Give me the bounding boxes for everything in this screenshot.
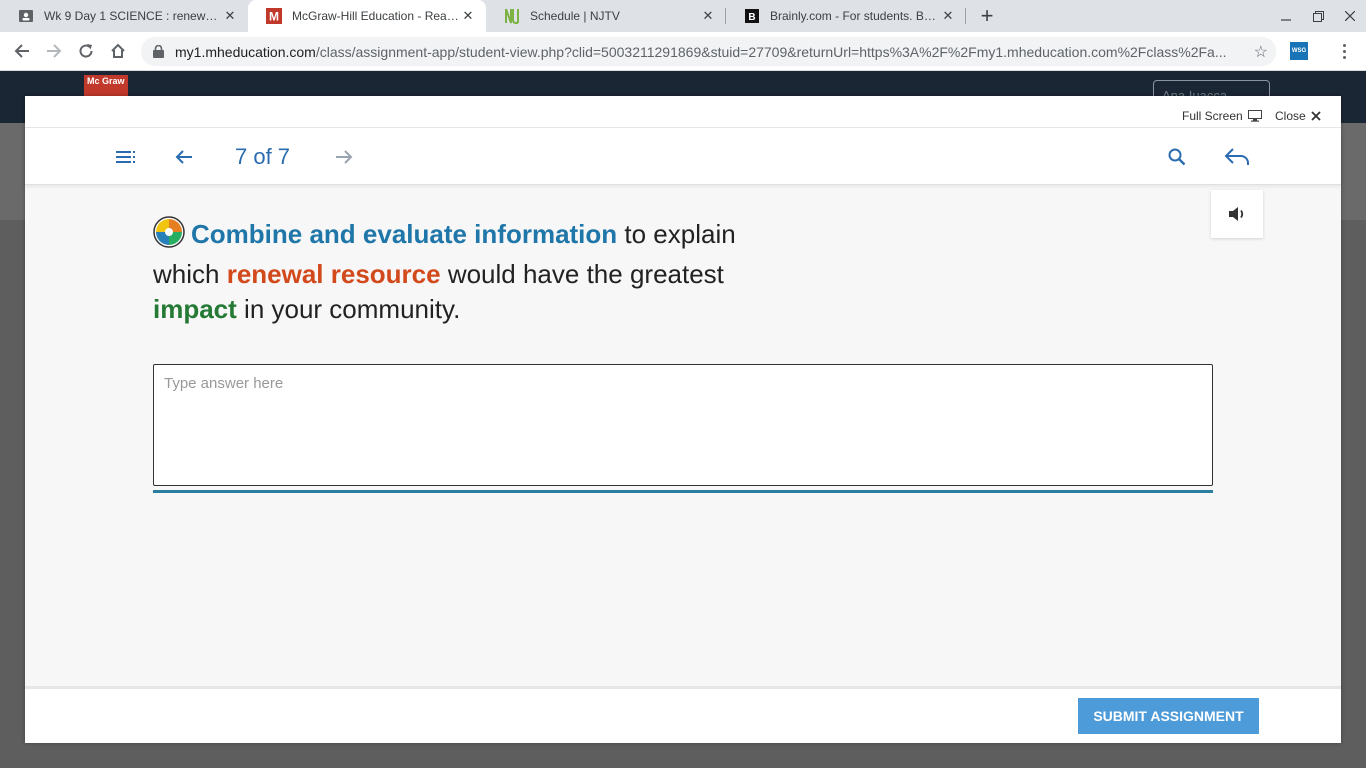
reload-button[interactable] (72, 37, 100, 65)
close-tab-icon[interactable]: ✕ (460, 8, 476, 24)
speaker-icon (1229, 207, 1244, 221)
monitor-icon (1247, 110, 1262, 122)
arrow-right-icon (47, 44, 62, 58)
browser-tab-strip: Wk 9 Day 1 SCIENCE : renewable ✕ M McGra… (0, 0, 1366, 32)
reply-icon[interactable] (1223, 145, 1251, 169)
tab-title: Brainly.com - For students. By st (770, 9, 940, 23)
modal-footer: SUBMIT ASSIGNMENT (25, 686, 1341, 743)
next-page-button[interactable] (333, 146, 355, 168)
tab-title: McGraw-Hill Education - Read Al (292, 9, 460, 23)
extension-icon[interactable]: WSG (1290, 42, 1308, 60)
back-button[interactable] (8, 37, 36, 65)
url-path: /class/assignment-app/student-view.php?c… (315, 43, 1227, 60)
close-modal-button[interactable]: Close (1275, 109, 1321, 123)
browser-menu-icon[interactable] (1334, 40, 1354, 62)
answer-underline (153, 490, 1213, 493)
forward-button[interactable] (40, 37, 68, 65)
new-tab-button[interactable]: + (975, 3, 999, 28)
standards-badge-icon (153, 216, 185, 257)
browser-tab-4[interactable]: B Brainly.com - For students. By st ✕ (726, 0, 966, 32)
minimize-button[interactable] (1270, 0, 1302, 32)
close-tab-icon[interactable]: ✕ (700, 8, 716, 24)
prompt-highlight-combine: Combine and evaluate information (191, 219, 618, 249)
search-icon[interactable] (1166, 146, 1188, 168)
browser-tab-2[interactable]: M McGraw-Hill Education - Read Al ✕ (248, 0, 486, 32)
url-text: my1.mheducation.com/class/assignment-app… (175, 44, 1235, 60)
browser-tab-3[interactable]: Schedule | NJTV ✕ (486, 0, 726, 32)
question-prompt: Combine and evaluate information to expl… (153, 216, 793, 327)
home-button[interactable] (104, 37, 132, 65)
brainly-icon: B (744, 8, 760, 24)
text-to-speech-button[interactable] (1211, 190, 1263, 238)
classroom-icon (18, 8, 34, 24)
close-tab-icon[interactable]: ✕ (940, 8, 956, 24)
close-label: Close (1275, 109, 1306, 123)
restore-button[interactable] (1302, 0, 1334, 32)
svg-text:B: B (748, 12, 755, 23)
njtv-icon (504, 8, 520, 24)
browser-toolbar: my1.mheducation.com/class/assignment-app… (0, 32, 1366, 71)
reader-nav-bar: 7 of 7 (25, 128, 1341, 185)
extension-label: WSG (1291, 48, 1307, 54)
prompt-text: in your community. (236, 294, 461, 324)
arrow-left-icon (14, 44, 29, 58)
prompt-highlight-resource: renewal resource (226, 259, 441, 289)
mcgraw-hill-icon: M (266, 8, 282, 24)
table-of-contents-icon[interactable] (115, 146, 137, 168)
close-icon (1311, 111, 1321, 121)
answer-input[interactable] (153, 364, 1213, 486)
tab-separator (965, 8, 966, 24)
close-window-button[interactable] (1334, 0, 1366, 32)
arrow-left-icon (175, 150, 192, 164)
url-domain: my1.mheducation.com (175, 43, 316, 60)
background-logo: Mc Graw (84, 75, 128, 97)
home-icon (111, 43, 125, 58)
prompt-text: would have the greatest (440, 259, 724, 289)
address-bar[interactable]: my1.mheducation.com/class/assignment-app… (141, 37, 1276, 66)
full-screen-button[interactable]: Full Screen (1182, 109, 1262, 123)
bookmark-star-icon[interactable]: ☆ (1254, 42, 1268, 62)
svg-text:M: M (269, 10, 279, 24)
prompt-highlight-impact: impact (153, 294, 237, 324)
previous-page-button[interactable] (173, 146, 195, 168)
tab-title: Wk 9 Day 1 SCIENCE : renewable (44, 9, 222, 23)
arrow-right-icon (336, 150, 353, 164)
close-tab-icon[interactable]: ✕ (222, 8, 238, 24)
lock-icon (153, 45, 167, 58)
modal-top-bar: Full Screen Close (25, 96, 1341, 128)
reader-modal: Full Screen Close 7 of 7 Combine and eva… (25, 96, 1341, 743)
full-screen-label: Full Screen (1182, 109, 1243, 123)
submit-assignment-button[interactable]: SUBMIT ASSIGNMENT (1078, 698, 1259, 734)
tab-title: Schedule | NJTV (530, 9, 620, 23)
browser-tab-1[interactable]: Wk 9 Day 1 SCIENCE : renewable ✕ (0, 0, 248, 32)
reload-icon (79, 44, 93, 58)
page-indicator: 7 of 7 (235, 144, 291, 169)
